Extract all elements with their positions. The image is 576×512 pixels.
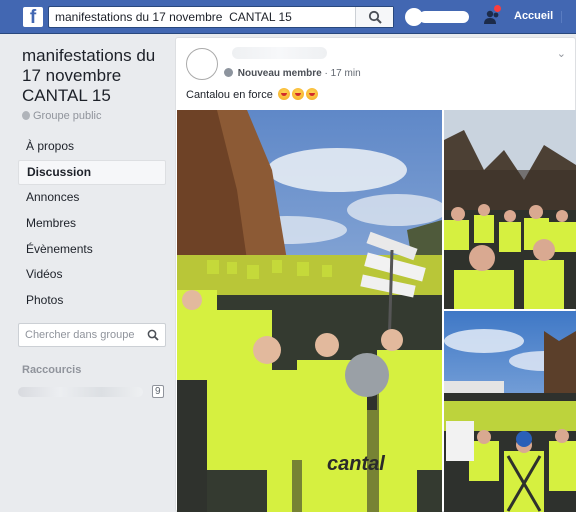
post-message: Cantalou en force bbox=[186, 89, 273, 101]
top-navigation-bar: f manifestations du 17 novembre CANTAL 1… bbox=[0, 0, 576, 34]
emoji-icon bbox=[291, 88, 304, 100]
nav-item-announcements[interactable]: Annonces bbox=[18, 185, 166, 211]
post-photo-main[interactable]: cantal bbox=[177, 110, 442, 512]
emoji-icon bbox=[277, 88, 290, 100]
shortcut-name-redacted bbox=[18, 387, 143, 397]
search-button[interactable] bbox=[355, 7, 393, 27]
post-meta: Nouveau membre · 17 min bbox=[224, 68, 361, 79]
shortcuts-heading: Raccourcis bbox=[22, 364, 82, 376]
nav-item-photos[interactable]: Photos bbox=[18, 288, 166, 314]
search-icon[interactable] bbox=[147, 329, 159, 341]
member-badge: Nouveau membre bbox=[237, 68, 322, 79]
divider bbox=[561, 11, 562, 23]
post-timestamp[interactable]: 17 min bbox=[331, 68, 361, 79]
nav-item-discussion[interactable]: Discussion bbox=[18, 159, 166, 186]
protest-photo-crowd-road: cantal bbox=[177, 110, 442, 512]
shortcut-item[interactable]: 9 bbox=[18, 384, 164, 400]
meta-separator: · bbox=[324, 68, 328, 79]
profile-link[interactable] bbox=[405, 8, 469, 26]
post-options-chevron-icon[interactable]: ⌄ bbox=[557, 47, 566, 60]
nav-item-events[interactable]: Évènements bbox=[18, 237, 166, 263]
global-search-input[interactable]: manifestations du 17 novembre CANTAL 15 bbox=[48, 6, 394, 28]
post-photo-top-right[interactable] bbox=[444, 110, 576, 309]
author-name-redacted[interactable] bbox=[232, 47, 327, 59]
nav-item-members[interactable]: Membres bbox=[18, 211, 166, 237]
search-query-text[interactable]: manifestations du 17 novembre CANTAL 15 bbox=[55, 10, 292, 24]
protest-photo-crowd-trees bbox=[444, 110, 576, 309]
notification-badge bbox=[494, 5, 501, 12]
facebook-logo-icon[interactable]: f bbox=[23, 7, 43, 27]
group-navigation: À propos Discussion Annonces Membres Évè… bbox=[18, 134, 166, 314]
group-search-field[interactable] bbox=[18, 323, 166, 347]
group-privacy-label: Groupe public bbox=[22, 110, 102, 122]
group-title[interactable]: manifestations du 17 novembre CANTAL 15 bbox=[22, 46, 162, 106]
nav-item-about[interactable]: À propos bbox=[18, 134, 166, 160]
emoji-icon bbox=[305, 88, 318, 100]
group-privacy-text: Groupe public bbox=[33, 110, 102, 122]
shortcut-count-badge: 9 bbox=[152, 385, 164, 398]
vest-print-text: cantal bbox=[327, 453, 385, 475]
search-icon bbox=[368, 10, 382, 24]
post-text: Cantalou en force bbox=[186, 88, 318, 101]
post-photo-bottom-right[interactable] bbox=[444, 311, 576, 512]
globe-icon bbox=[22, 111, 30, 120]
home-link[interactable]: Accueil bbox=[514, 10, 553, 22]
author-avatar[interactable] bbox=[186, 48, 218, 80]
profile-name-redacted bbox=[419, 11, 469, 23]
protest-photo-march bbox=[444, 311, 576, 512]
nav-item-videos[interactable]: Vidéos bbox=[18, 262, 166, 288]
group-search-input[interactable] bbox=[25, 328, 143, 342]
new-member-icon bbox=[224, 68, 233, 77]
feed-post: Nouveau membre · 17 min ⌄ Cantalou en fo… bbox=[175, 37, 576, 512]
